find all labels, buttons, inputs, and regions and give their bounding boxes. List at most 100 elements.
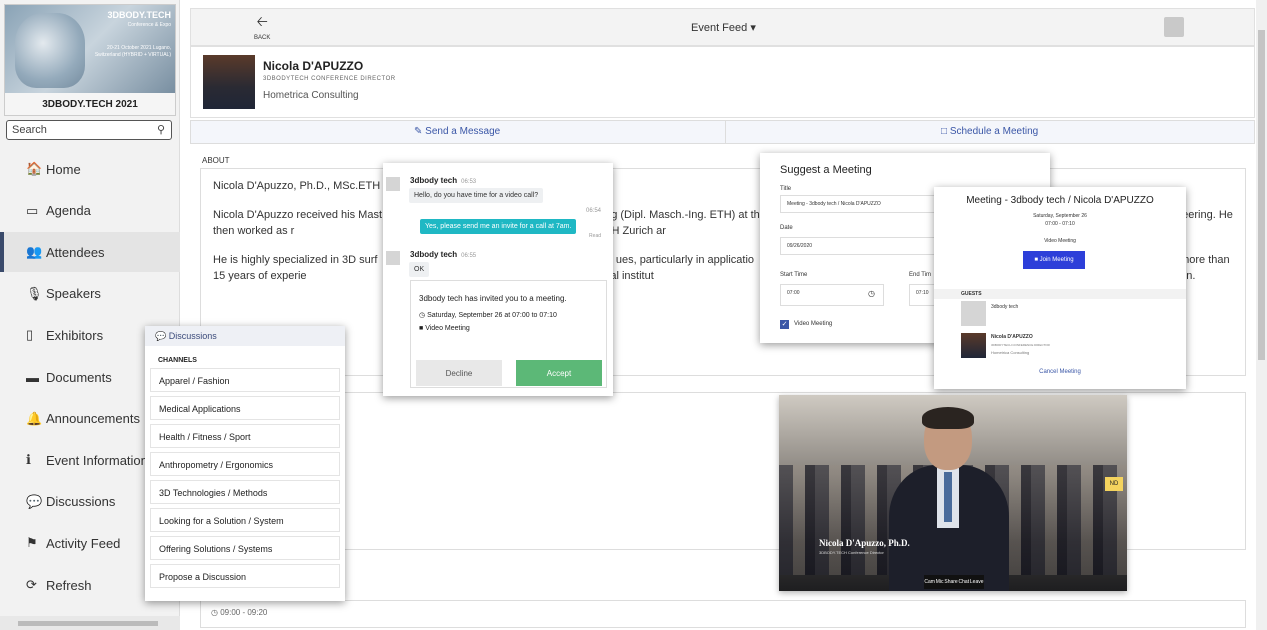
banner-face-image [15, 13, 85, 88]
video-meeting-label: Video Meeting [794, 321, 833, 327]
search-input[interactable]: Search ⚲ [6, 120, 172, 140]
sidebar-item-label: Agenda [46, 203, 91, 219]
briefcase-icon: ▬ [26, 369, 39, 385]
sidebar-item-speakers[interactable]: 🎙 Speakers [0, 274, 180, 314]
date-label: Date [780, 225, 793, 231]
about-label: ABOUT [202, 156, 230, 165]
channels-label: CHANNELS [158, 357, 197, 364]
search-icon[interactable]: ⚲ [157, 123, 165, 136]
chat-time: 06:55 [461, 253, 477, 259]
start-time-value: 07:00 [787, 290, 800, 296]
video-caption-title: 3DBODY.TECH Conference Director [819, 550, 884, 555]
event-name: 3DBODY.TECH 2021 [5, 93, 175, 115]
read-status: Read [589, 233, 601, 239]
chat-message-in: OK [409, 262, 430, 277]
discussion-channel[interactable]: Anthropometry / Ergonomics [150, 452, 340, 476]
meeting-date: Saturday, September 26 [1033, 213, 1087, 219]
guest-name: 3dbody tech [991, 304, 1019, 310]
video-control-cam[interactable]: Cam [924, 579, 935, 585]
calendar-icon: ▭ [26, 202, 39, 218]
guest-title: 3DBODYTECH CONFERENCE DIRECTOR [991, 343, 1050, 347]
back-button[interactable]: 🡠 BACK [254, 11, 270, 41]
profile-card: Nicola D'APUZZO 3DBODYTECH CONFERENCE DI… [190, 46, 1255, 118]
calendar-icon: □ [941, 126, 948, 137]
event-feed-dropdown[interactable]: Event Feed ▾ [691, 21, 756, 34]
discussion-channel[interactable]: Medical Applications [150, 396, 340, 420]
participant-initials-badge[interactable]: ND [1105, 477, 1123, 491]
sidebar-item-label: Speakers [46, 286, 101, 302]
event-banner[interactable]: 3DBODY.TECH Conference & Expo 20-21 Octo… [4, 4, 176, 116]
chat-time: 06:53 [461, 179, 477, 185]
invite-date: Saturday, September 26 at 07:00 to 07:10 [427, 312, 557, 319]
edit-icon: ✎ [414, 126, 423, 137]
discussion-channel[interactable]: Health / Fitness / Sport [150, 424, 340, 448]
sidebar-item-label: Discussions [46, 494, 116, 510]
chat-sender-name: 3dbody tech [410, 176, 458, 185]
schedule-meeting-label: Schedule a Meeting [949, 126, 1039, 137]
vertical-scrollbar[interactable] [1256, 0, 1267, 630]
discussion-channel[interactable]: Apparel / Fashion [150, 368, 340, 392]
profile-name: Nicola D'APUZZO [263, 59, 364, 73]
banner-brand: 3DBODY.TECH [107, 10, 171, 20]
top-bar: 🡠 BACK Event Feed ▾ [190, 8, 1255, 46]
invite-type-line: ■ Video Meeting [419, 325, 470, 332]
sidebar-item-label: Attendees [46, 244, 105, 260]
video-meeting-checkbox[interactable]: ✓ [780, 320, 789, 329]
scrollbar-thumb[interactable] [1258, 30, 1265, 360]
decline-button[interactable]: Decline [416, 360, 502, 386]
accept-button[interactable]: Accept [516, 360, 602, 386]
building-icon: ▯ [26, 327, 34, 343]
chat-message-out: Yes, please send me an invite for a call… [420, 219, 577, 234]
scrollbar-thumb[interactable] [18, 621, 158, 626]
guests-label: GUESTS [934, 289, 1186, 299]
video-control-mic[interactable]: Mic [936, 579, 944, 585]
meeting-invite-card: 3dbody tech has invited you to a meeting… [410, 280, 607, 388]
schedule-item[interactable]: ◷ 09:00 - 09:20 [200, 600, 1246, 628]
sidebar-item-home[interactable]: 🏠 Home [0, 149, 180, 189]
end-time-label: End Tim [909, 272, 932, 278]
video-control-share[interactable]: Share [944, 579, 957, 585]
sidebar-item-attendees[interactable]: 👥 Attendees [0, 232, 180, 273]
sidebar-item-label: Documents [46, 369, 112, 385]
send-message-button[interactable]: ✎ Send a Message [414, 126, 500, 137]
discussion-channel[interactable]: Offering Solutions / Systems [150, 536, 340, 560]
chat-avatar [386, 251, 400, 265]
video-control-leave[interactable]: Leave [970, 579, 984, 585]
cancel-meeting-button[interactable]: Cancel Meeting [934, 369, 1186, 375]
sidebar-item-label: Announcements [46, 411, 140, 427]
invite-date-line: ◷ Saturday, September 26 at 07:00 to 07:… [419, 311, 557, 319]
video-caption-name: Nicola D'Apuzzo, Ph.D. [819, 538, 910, 548]
clock-icon: ◷ [868, 289, 875, 298]
title-label: Title [780, 186, 792, 192]
users-icon: 👥 [26, 244, 43, 260]
suggest-title: Suggest a Meeting [780, 164, 872, 176]
sidebar-horizontal-scrollbar[interactable] [0, 616, 180, 630]
schedule-meeting-button[interactable]: □ Schedule a Meeting [941, 126, 1038, 137]
divider [725, 121, 726, 143]
sidebar-item-label: Activity Feed [46, 535, 121, 551]
discussions-title: Discussions [168, 331, 217, 341]
chat-time: 06:54 [585, 208, 601, 214]
profile-photo [203, 55, 255, 109]
profile-title: 3DBODYTECH CONFERENCE DIRECTOR [263, 76, 396, 82]
discussions-header[interactable]: 💬 Discussions [145, 326, 345, 346]
user-avatar-icon[interactable] [1164, 17, 1184, 37]
discussions-popup: 💬 Discussions CHANNELS Apparel / Fashion… [145, 326, 345, 601]
join-meeting-button[interactable]: ■ Join Meeting [1023, 251, 1085, 269]
discussion-channel[interactable]: 3D Technologies / Methods [150, 480, 340, 504]
meeting-type: Video Meeting [1044, 238, 1076, 244]
invite-text: 3dbody tech has invited you to a meeting… [419, 294, 567, 303]
meeting-time: 07:00 - 07:10 [1045, 221, 1075, 227]
sidebar-item-label: Exhibitors [46, 327, 104, 343]
search-placeholder: Search [12, 124, 47, 136]
meeting-detail-popup: Meeting - 3dbody tech / Nicola D'APUZZO … [934, 187, 1186, 389]
start-time-field[interactable]: 07:00 ◷ [780, 284, 884, 306]
bell-icon: 🔔 [26, 410, 43, 426]
discussion-channel[interactable]: Looking for a Solution / System [150, 508, 340, 532]
chat-sender: 3dbody tech 06:53 [410, 176, 476, 185]
schedule-time: 09:00 - 09:20 [220, 608, 268, 617]
chat-avatar [386, 177, 400, 191]
sidebar-item-agenda[interactable]: ▭ Agenda [0, 191, 180, 231]
video-control-chat[interactable]: Chat [959, 579, 970, 585]
discussion-channel[interactable]: Propose a Discussion [150, 564, 340, 588]
